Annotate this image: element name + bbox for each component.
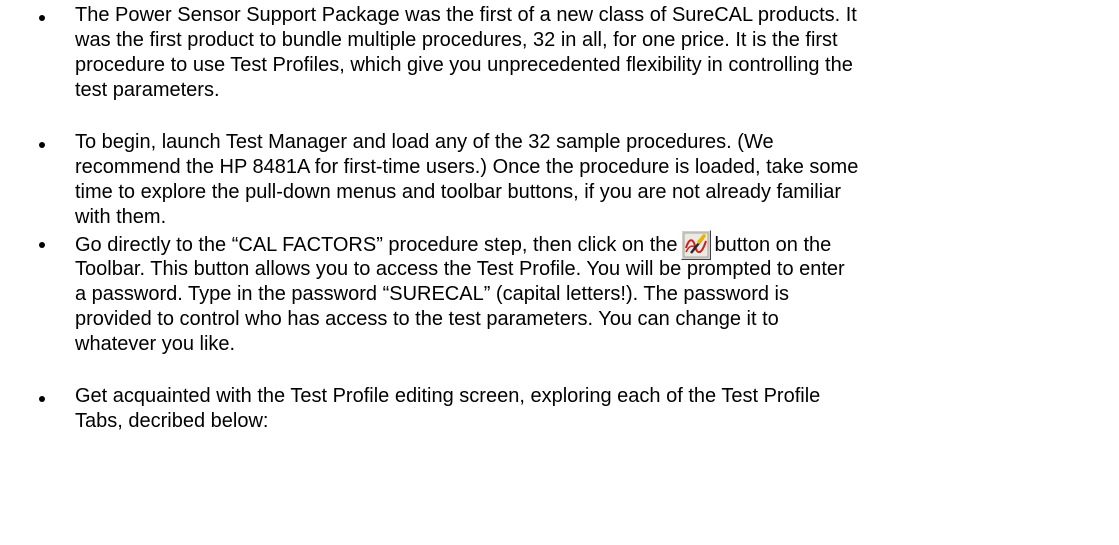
- document-page: The Power Sensor Support Package was the…: [0, 0, 1119, 545]
- paragraph-line: Tabs, decribed below:: [75, 410, 269, 432]
- line-text-before-icon: Go directly to the “CAL FACTORS” procedu…: [75, 234, 678, 256]
- paragraph-line: with them.: [75, 206, 167, 228]
- paragraph-line: recommend the HP 8481A for first-time us…: [75, 156, 859, 178]
- paragraph-line: Go directly to the “CAL FACTORS” procedu…: [75, 230, 831, 260]
- paragraph-line: was the first product to bundle multiple…: [75, 29, 838, 51]
- paragraph-line: whatever you like.: [75, 333, 236, 355]
- bullet-dot: [39, 396, 45, 402]
- paragraph-line: provided to control who has access to th…: [75, 308, 779, 330]
- test-profile-toolbar-icon[interactable]: [680, 230, 711, 260]
- paragraph-line: a password. Type in the password “SURECA…: [75, 283, 790, 305]
- paragraph-line: The Power Sensor Support Package was the…: [75, 4, 857, 26]
- line-text-after-icon: button on the: [714, 234, 832, 256]
- paragraph-line: To begin, launch Test Manager and load a…: [75, 131, 774, 153]
- paragraph-line: time to explore the pull-down menus and …: [75, 181, 841, 203]
- paragraph-line: Toolbar. This button allows you to acces…: [75, 258, 845, 280]
- paragraph-line: Get acquainted with the Test Profile edi…: [75, 385, 821, 407]
- bullet-dot: [39, 242, 45, 248]
- bullet-dot: [39, 15, 45, 21]
- bullet-dot: [39, 142, 45, 148]
- paragraph-line: procedure to use Test Profiles, which gi…: [75, 54, 853, 76]
- paragraph-line: test parameters.: [75, 79, 220, 101]
